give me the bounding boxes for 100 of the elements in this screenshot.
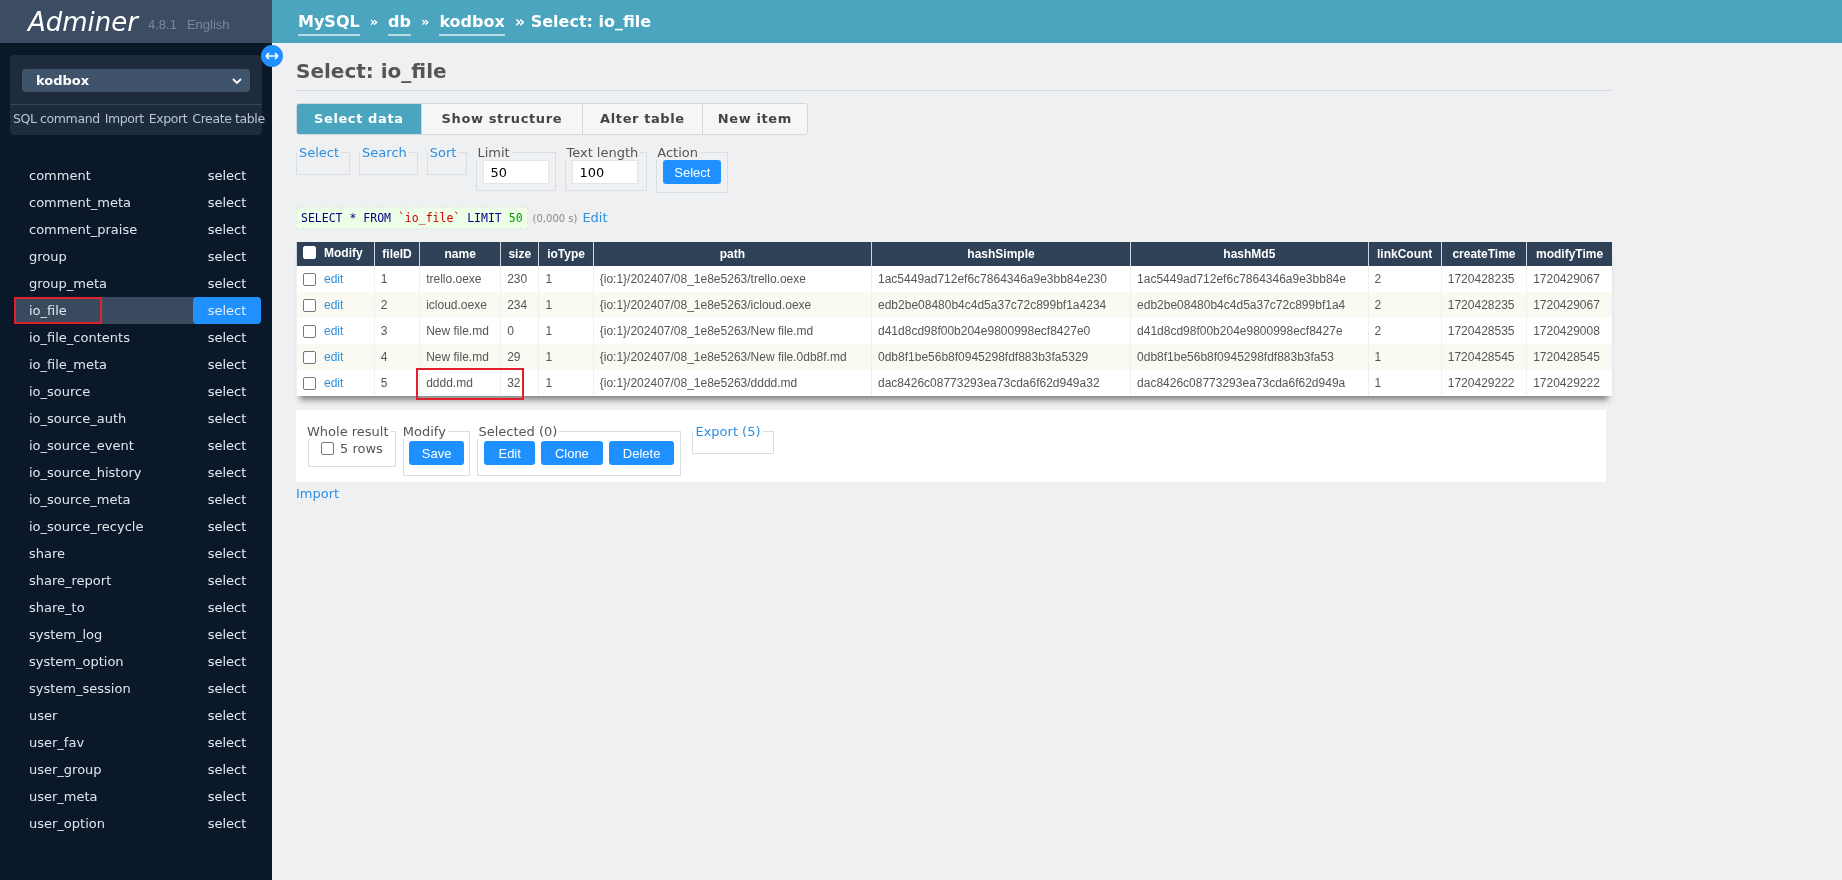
sidebar-item[interactable]: system_log select xyxy=(14,621,261,648)
select-link[interactable]: select xyxy=(193,756,261,783)
checkbox[interactable] xyxy=(303,325,316,339)
sidebar-item[interactable]: share_report select xyxy=(14,567,261,594)
sidebar-link[interactable]: Export xyxy=(148,111,188,126)
table-link[interactable]: system_option xyxy=(14,654,124,669)
table-link[interactable]: io_source_event xyxy=(14,438,134,453)
select-link[interactable]: select xyxy=(193,567,261,594)
sidebar-item[interactable]: user_option select xyxy=(14,810,261,837)
sidebar-item[interactable]: group_meta select xyxy=(14,270,261,297)
select-link[interactable]: select xyxy=(193,486,261,513)
edit-link[interactable]: edit xyxy=(324,323,344,338)
export-link[interactable]: Export (5) xyxy=(693,424,763,439)
rows-checkbox[interactable]: 5 rows xyxy=(313,439,391,458)
table-link[interactable]: user_meta xyxy=(14,789,98,804)
select-link[interactable]: select xyxy=(193,243,261,270)
sidebar-item[interactable]: io_source_auth select xyxy=(14,405,261,432)
sidebar-item[interactable]: io_source_event select xyxy=(14,432,261,459)
table-link[interactable]: comment_praise xyxy=(14,222,138,237)
select-link[interactable]: select xyxy=(193,621,261,648)
sidebar-item[interactable]: user_fav select xyxy=(14,729,261,756)
select-link[interactable]: select xyxy=(193,648,261,675)
select-link[interactable]: select xyxy=(193,378,261,405)
select-link[interactable]: select xyxy=(193,594,261,621)
select-link[interactable]: select xyxy=(193,810,261,837)
table-link[interactable]: io_file_contents xyxy=(14,330,130,345)
select-link[interactable]: select xyxy=(193,216,261,243)
select-link[interactable]: select xyxy=(193,675,261,702)
sidebar-item[interactable]: user_group select xyxy=(14,756,261,783)
sidebar-item[interactable]: share select xyxy=(14,540,261,567)
sidebar-item[interactable]: io_file_contents select xyxy=(14,324,261,351)
checkbox[interactable] xyxy=(303,377,316,391)
sidebar-item[interactable]: io_source_meta select xyxy=(14,486,261,513)
table-link[interactable]: system_session xyxy=(14,681,131,696)
tab[interactable]: Alter table xyxy=(582,104,702,134)
select-link[interactable]: select xyxy=(193,351,261,378)
table-link[interactable]: io_source xyxy=(14,384,91,399)
tab[interactable]: Show structure xyxy=(420,104,583,134)
sidebar-item[interactable]: io_file select xyxy=(14,297,261,324)
table-link[interactable]: user_option xyxy=(14,816,105,831)
select-link[interactable]: select xyxy=(193,432,261,459)
select-link[interactable]: select xyxy=(193,702,261,729)
table-link[interactable]: io_file xyxy=(14,303,67,318)
column-header[interactable]: ioType xyxy=(538,242,594,266)
select-link[interactable]: select xyxy=(193,189,261,216)
sidebar-item[interactable]: user select xyxy=(14,702,261,729)
sidebar-item[interactable]: io_source select xyxy=(14,378,261,405)
select-link[interactable]: select xyxy=(193,405,261,432)
select-link[interactable]: select xyxy=(193,162,261,189)
sidebar-item[interactable]: comment_praise select xyxy=(14,216,261,243)
select-link[interactable]: select xyxy=(193,270,261,297)
sidebar-link[interactable]: Import xyxy=(104,111,144,126)
table-link[interactable]: io_source_auth xyxy=(14,411,127,426)
select-link[interactable]: select xyxy=(193,783,261,810)
select-link[interactable]: select xyxy=(193,540,261,567)
column-header[interactable]: Modify xyxy=(296,242,375,266)
table-link[interactable]: comment_meta xyxy=(14,195,131,210)
sidebar-item[interactable]: comment_meta select xyxy=(14,189,261,216)
column-header[interactable]: size xyxy=(500,242,539,266)
checkbox[interactable] xyxy=(303,351,316,365)
resize-handle-icon[interactable] xyxy=(261,45,283,67)
sidebar-item[interactable]: share_to select xyxy=(14,594,261,621)
table-link[interactable]: group xyxy=(14,249,67,264)
sidebar-item[interactable]: io_source_history select xyxy=(14,459,261,486)
sidebar-item[interactable]: system_session select xyxy=(14,675,261,702)
tab[interactable]: New item xyxy=(701,104,807,134)
column-header[interactable]: hashSimple xyxy=(871,242,1131,266)
edit-link[interactable]: edit xyxy=(324,375,344,390)
table-link[interactable]: share_to xyxy=(14,600,85,615)
table-link[interactable]: io_source_history xyxy=(14,465,142,480)
table-link[interactable]: user_fav xyxy=(14,735,85,750)
table-link[interactable]: io_file_meta xyxy=(14,357,108,372)
column-header[interactable]: modifyTime xyxy=(1526,242,1612,266)
sidebar-item[interactable]: comment select xyxy=(14,162,261,189)
input-field[interactable]: 50 xyxy=(483,160,550,184)
table-link[interactable]: share_report xyxy=(14,573,112,588)
sidebar-link[interactable]: SQL command xyxy=(13,111,100,126)
table-link[interactable]: system_log xyxy=(14,627,103,642)
table-link[interactable]: share xyxy=(14,546,66,561)
select-link[interactable]: select xyxy=(193,324,261,351)
column-header[interactable]: fileID xyxy=(374,242,420,266)
input-field[interactable]: 100 xyxy=(572,160,639,184)
sidebar-item[interactable]: group select xyxy=(14,243,261,270)
column-header[interactable]: name xyxy=(419,242,501,266)
app-logo[interactable]: Adminer xyxy=(28,6,138,37)
sidebar-item[interactable]: user_meta select xyxy=(14,783,261,810)
column-header[interactable]: hashMd5 xyxy=(1130,242,1369,266)
select-link[interactable]: select xyxy=(193,729,261,756)
sidebar-link[interactable]: Create table xyxy=(192,111,265,126)
table-link[interactable]: io_source_meta xyxy=(14,492,131,507)
select-link[interactable]: select xyxy=(193,513,261,540)
checkbox[interactable] xyxy=(303,273,316,287)
table-link[interactable]: user xyxy=(14,708,58,723)
column-header[interactable]: linkCount xyxy=(1368,242,1442,266)
checkbox[interactable] xyxy=(303,299,316,313)
sidebar-item[interactable]: io_file_meta select xyxy=(14,351,261,378)
table-link[interactable]: io_source_recycle xyxy=(14,519,144,534)
column-header[interactable]: path xyxy=(593,242,872,266)
column-header[interactable]: createTime xyxy=(1441,242,1527,266)
sidebar-item[interactable]: io_source_recycle select xyxy=(14,513,261,540)
